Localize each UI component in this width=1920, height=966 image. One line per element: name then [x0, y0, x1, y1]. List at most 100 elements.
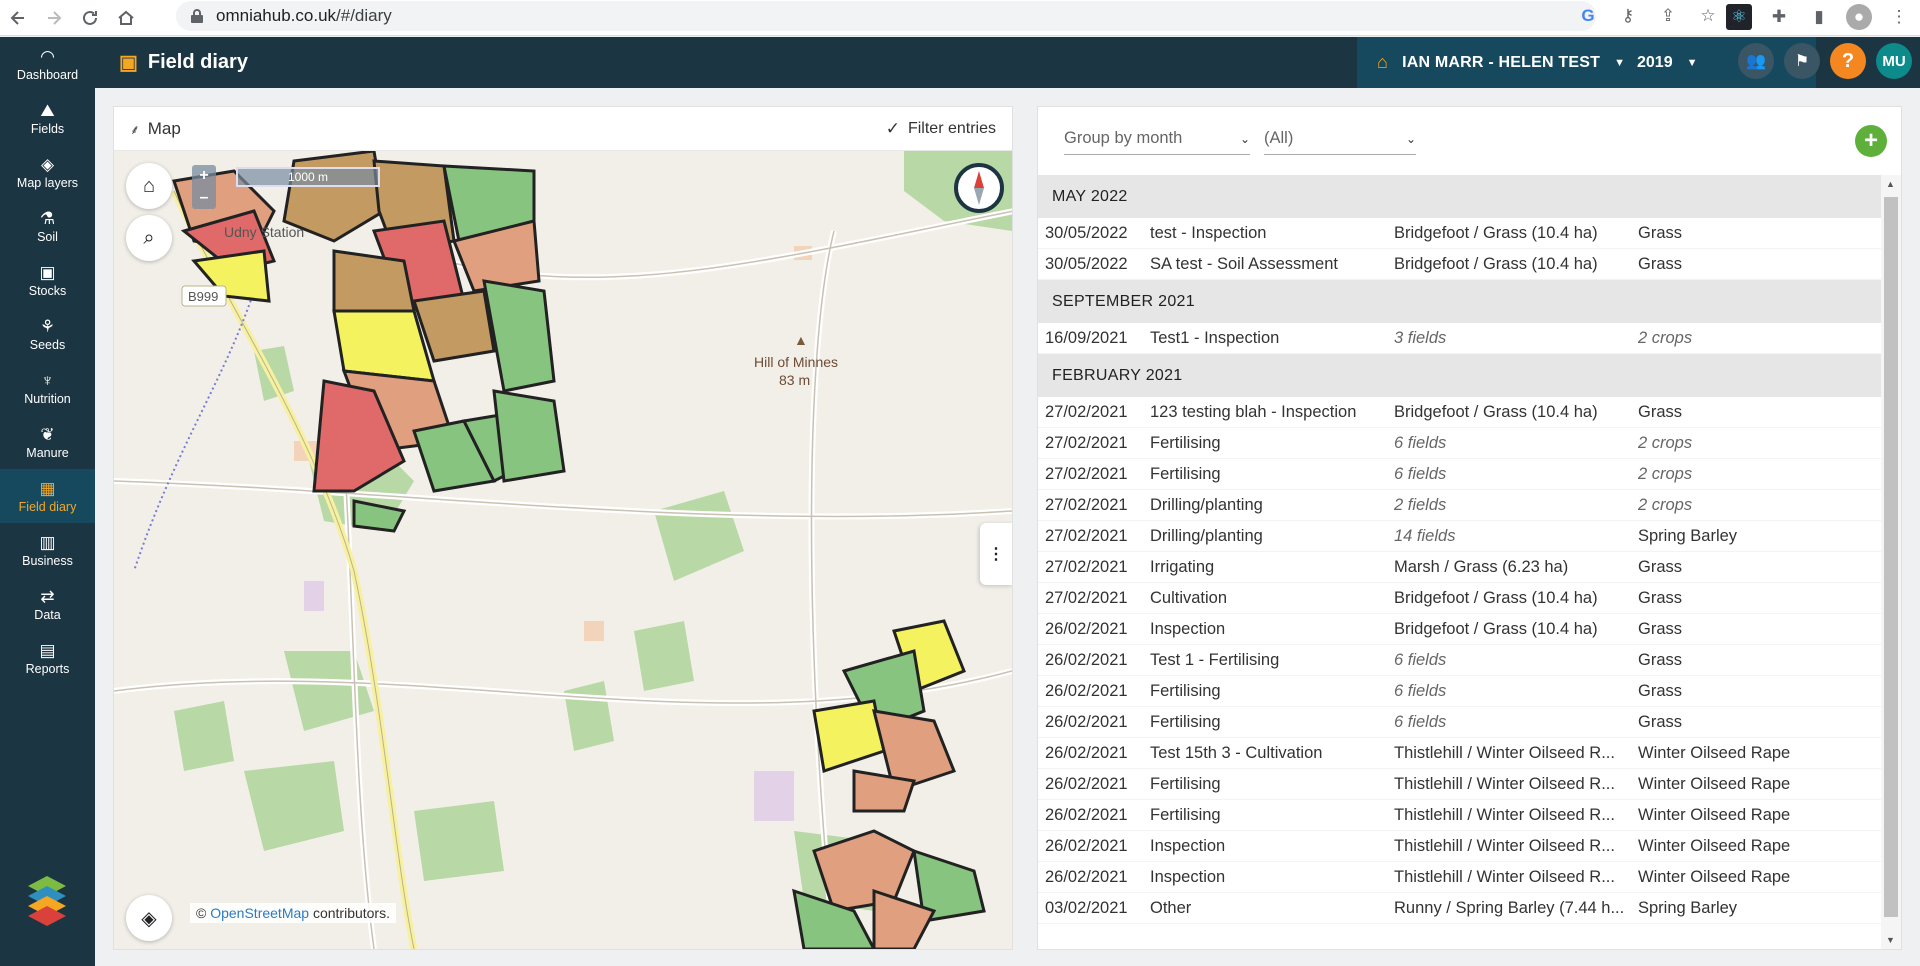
menu-dots-icon[interactable]: ⋮	[1886, 4, 1912, 30]
diary-entry-row[interactable]: 30/05/2022 test - Inspection Bridgefoot / …	[1038, 218, 1881, 249]
sidebar-item-manure[interactable]: ❦ Manure	[0, 415, 95, 469]
profile-avatar-icon[interactable]: ●	[1846, 4, 1872, 30]
address-bar[interactable]: omniahub.co.uk/#/diary	[176, 1, 1596, 31]
zoom-in-button[interactable]: +	[192, 165, 216, 187]
sidebar-item-business[interactable]: ▥ Business	[0, 523, 95, 577]
flag-icon[interactable]: ⚑	[1784, 43, 1820, 79]
chevron-down-icon: ▼	[1686, 56, 1698, 69]
map-search-button[interactable]: ⌕	[126, 215, 172, 261]
month-group-header: FEBRUARY 2021	[1038, 354, 1881, 397]
entry-date: 27/02/2021	[1045, 464, 1128, 483]
react-extension-icon[interactable]: ⚛	[1726, 4, 1752, 30]
diary-entry-row[interactable]: 26/02/2021 Test 1 - Fertilising 6 fields Gr…	[1038, 645, 1881, 676]
map-side-handle[interactable]: ⋮	[980, 523, 1012, 585]
team-icon[interactable]: 👥	[1738, 43, 1774, 79]
sidebar-item-field-diary[interactable]: ▦ Field diary	[0, 469, 95, 523]
soil-icon: ⚗	[39, 209, 56, 228]
group-by-select[interactable]: Group by month ⌄	[1064, 123, 1250, 155]
diary-entry-row[interactable]: 26/02/2021 Inspection Thistlehill / Winter…	[1038, 862, 1881, 893]
entry-fields: 2 fields	[1394, 495, 1447, 514]
sidebar-item-dashboard[interactable]: ◠ Dashboard	[0, 37, 95, 91]
sidebar-item-label: Manure	[26, 446, 69, 460]
help-button[interactable]: ?	[1830, 43, 1866, 79]
sidebar-item-fields[interactable]: ⛰ Fields	[0, 91, 95, 145]
key-icon[interactable]: ⚷	[1616, 4, 1640, 28]
google-icon[interactable]: G	[1576, 4, 1600, 28]
scroll-up-icon[interactable]: ▲	[1886, 179, 1895, 189]
sidebar-item-label: Reports	[25, 662, 70, 676]
entry-date: 27/02/2021	[1045, 433, 1128, 452]
diary-entry-row[interactable]: 26/02/2021 Inspection Bridgefoot / Grass (…	[1038, 614, 1881, 645]
zoom-out-button[interactable]: –	[192, 187, 216, 209]
diary-scrollbar[interactable]: ▲ ▼	[1881, 175, 1901, 949]
layers-toggle-button[interactable]: ◈	[126, 895, 172, 941]
entry-crops: Grass	[1638, 557, 1683, 576]
diary-entry-row[interactable]: 27/02/2021 Fertilising 6 fields 2 crops	[1038, 428, 1881, 459]
entry-date: 26/02/2021	[1045, 650, 1128, 669]
diary-entry-row[interactable]: 27/02/2021 Drilling/planting 14 fields Spri…	[1038, 521, 1881, 552]
sidebar-item-soil[interactable]: ⚗ Soil	[0, 199, 95, 253]
diary-entry-row[interactable]: 26/02/2021 Fertilising Thistlehill / Winte…	[1038, 800, 1881, 831]
extensions-icon[interactable]: ✚	[1766, 4, 1792, 30]
entry-date: 26/02/2021	[1045, 836, 1128, 855]
diary-entry-row[interactable]: 26/02/2021 Fertilising Thistlehill / Winte…	[1038, 769, 1881, 800]
entry-date: 26/02/2021	[1045, 774, 1128, 793]
diary-entry-row[interactable]: 26/02/2021 Test 15th 3 - Cultivation Thist…	[1038, 738, 1881, 769]
farm-name: IAN MARR - HELEN TEST	[1402, 53, 1601, 71]
scroll-down-icon[interactable]: ▼	[1886, 935, 1895, 945]
month-group-header: SEPTEMBER 2021	[1038, 280, 1881, 323]
chevron-down-icon: ⌄	[1239, 131, 1250, 146]
map-home-button[interactable]: ⌂	[126, 163, 172, 209]
sidebar-item-map-layers[interactable]: ◈ Map layers	[0, 145, 95, 199]
scroll-thumb[interactable]	[1884, 197, 1898, 917]
home-icon[interactable]	[108, 4, 144, 32]
activity-filter-select[interactable]: (All) ⌄	[1264, 123, 1416, 155]
forward-icon[interactable]	[36, 4, 72, 32]
reload-icon[interactable]	[72, 4, 108, 32]
year-selector[interactable]: 2019 ▼	[1637, 37, 1697, 88]
filter-entries-toggle[interactable]: ✓ Filter entries	[886, 119, 996, 139]
diary-entry-row[interactable]: 27/02/2021 Fertilising 6 fields 2 crops	[1038, 459, 1881, 490]
back-icon[interactable]	[0, 4, 36, 32]
share-icon[interactable]: ⇪	[1656, 4, 1680, 28]
diary-entry-row[interactable]: 26/02/2021 Fertilising 6 fields Grass	[1038, 707, 1881, 738]
entry-fields: Bridgefoot / Grass (10.4 ha)	[1394, 223, 1598, 242]
sidepanel-icon[interactable]: ▮	[1806, 4, 1832, 30]
sidebar-item-stocks[interactable]: ▣ Stocks	[0, 253, 95, 307]
diary-entry-row[interactable]: 16/09/2021 Test1 - Inspection 3 fields 2 cr…	[1038, 323, 1881, 354]
entry-crops: 2 crops	[1638, 433, 1693, 452]
calendar-icon: ▣	[119, 52, 138, 74]
compass-icon[interactable]	[954, 163, 1004, 213]
diary-entry-row[interactable]: 27/02/2021 Cultivation Bridgefoot / Grass …	[1038, 583, 1881, 614]
diary-entry-row[interactable]: 30/05/2022 SA test - Soil Assessment Bridg…	[1038, 249, 1881, 280]
add-entry-button[interactable]: +	[1855, 125, 1887, 157]
entry-crops: 2 crops	[1638, 328, 1693, 347]
entry-activity: Test1 - Inspection	[1150, 328, 1280, 347]
entry-activity: Other	[1150, 898, 1192, 917]
diary-entry-row[interactable]: 26/02/2021 Fertilising 6 fields Grass	[1038, 676, 1881, 707]
diary-entry-row[interactable]: 27/02/2021 Drilling/planting 2 fields 2 cro…	[1038, 490, 1881, 521]
osm-link[interactable]: OpenStreetMap	[210, 905, 309, 921]
chart-icon: ▥	[39, 533, 56, 552]
scale-bar: 1000 m	[236, 167, 380, 187]
sidebar-item-label: Business	[22, 554, 73, 568]
entry-crops: Winter Oilseed Rape	[1638, 836, 1791, 855]
entry-fields: 6 fields	[1394, 650, 1447, 669]
user-avatar[interactable]: MU	[1876, 43, 1912, 79]
entry-activity: Test 15th 3 - Cultivation	[1150, 743, 1323, 762]
diary-entry-row[interactable]: 26/02/2021 Inspection Thistlehill / Winter…	[1038, 831, 1881, 862]
url-host: omniahub.co.uk	[216, 6, 337, 25]
map-canvas[interactable]: Udny Station B999 ▲ Hill of Minnes 83 m …	[114, 151, 1012, 949]
sidebar-item-nutrition[interactable]: ♆ Nutrition	[0, 361, 95, 415]
diary-entry-row[interactable]: 03/02/2021 Other Runny / Spring Barley (7.…	[1038, 893, 1881, 924]
star-icon[interactable]: ☆	[1696, 4, 1720, 28]
activity-filter-value: (All)	[1264, 129, 1294, 147]
sidebar-item-reports[interactable]: ▤ Reports	[0, 631, 95, 685]
entry-fields: 3 fields	[1394, 328, 1447, 347]
farm-selector[interactable]: ⌂ IAN MARR - HELEN TEST ▼	[1377, 37, 1625, 88]
entry-activity: SA test - Soil Assessment	[1150, 254, 1338, 273]
sidebar-item-data[interactable]: ⇄ Data	[0, 577, 95, 631]
diary-entry-row[interactable]: 27/02/2021 Irrigating Marsh / Grass (6.23 …	[1038, 552, 1881, 583]
diary-entry-row[interactable]: 27/02/2021 123 testing blah - Inspection B…	[1038, 397, 1881, 428]
sidebar-item-seeds[interactable]: ⚘ Seeds	[0, 307, 95, 361]
